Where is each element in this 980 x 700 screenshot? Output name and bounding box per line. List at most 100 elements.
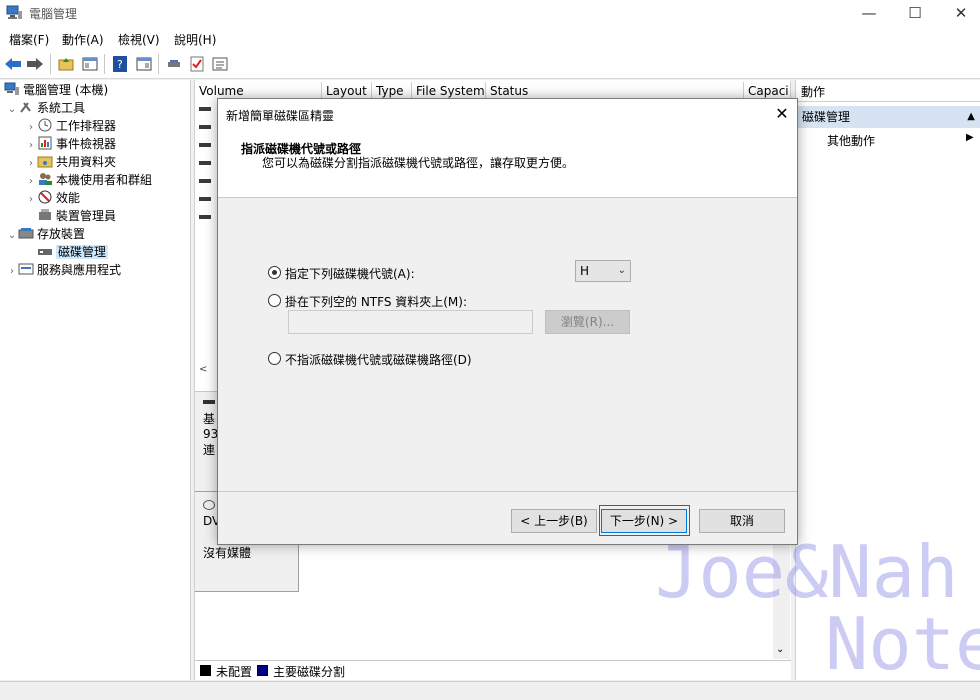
help-icon[interactable]: ? xyxy=(110,54,130,74)
tree-item-device-manager[interactable]: 裝置管理員 xyxy=(37,207,116,225)
menu-view[interactable]: 檢視(V) xyxy=(118,31,160,48)
volume-row-icon[interactable] xyxy=(199,215,211,219)
tree-item-task-scheduler[interactable]: › 工作排程器 xyxy=(25,117,116,135)
menu-action[interactable]: 動作(A) xyxy=(62,31,104,48)
tree-label: 本機使用者和群組 xyxy=(56,173,153,187)
no-media-label: 沒有媒體 xyxy=(203,546,252,560)
footer-divider xyxy=(218,491,797,492)
legend-primary: 主要磁碟分割 xyxy=(273,665,346,679)
expand-arrow-icon[interactable]: › xyxy=(6,263,18,281)
watermark-line-1: Joe&Nah xyxy=(655,530,959,614)
dialog-header: 指派磁碟機代號或路徑 您可以為磁碟分割指派磁碟機代號或路徑，讓存取更方便。 xyxy=(218,130,797,198)
folder-path-input[interactable] xyxy=(288,310,533,334)
tools-icon xyxy=(18,100,34,114)
tree-label: 磁碟管理 xyxy=(56,245,109,259)
maximize-button[interactable]: ☐ xyxy=(892,0,938,27)
clock-icon xyxy=(37,118,53,132)
event-viewer-icon xyxy=(37,136,53,150)
highlight-box xyxy=(599,505,690,536)
section-label: 磁碟管理 xyxy=(802,110,851,124)
collapse-arrow-icon[interactable]: ⌄ xyxy=(6,227,18,245)
toolbar-separator xyxy=(50,54,51,74)
tree-item-storage[interactable]: ⌄ 存放裝置 xyxy=(6,225,85,243)
toolbar-separator xyxy=(158,54,159,74)
tree-label: 工作排程器 xyxy=(56,119,117,133)
actions-section-disk-management[interactable]: 磁碟管理 ▲ xyxy=(796,106,980,128)
radio-assign-drive-letter[interactable] xyxy=(268,266,281,279)
collapse-up-icon[interactable]: ▲ xyxy=(967,106,975,128)
dialog-subtitle: 您可以為磁碟分割指派磁碟機代號或路徑，讓存取更方便。 xyxy=(262,156,575,170)
menu-bar: 檔案(F) 動作(A) 檢視(V) 說明(H) xyxy=(0,27,980,49)
users-icon xyxy=(37,172,53,186)
scroll-down-icon[interactable]: ⌄ xyxy=(776,644,784,655)
storage-icon xyxy=(18,226,34,240)
volume-row-icon[interactable] xyxy=(199,143,211,147)
tree-label: 電腦管理 (本機) xyxy=(23,83,109,97)
forward-arrow-icon[interactable] xyxy=(25,54,45,74)
volume-row-icon[interactable] xyxy=(199,197,211,201)
radio-no-drive-letter[interactable] xyxy=(268,352,281,365)
services-icon xyxy=(18,262,34,276)
tree-label: 事件檢視器 xyxy=(56,137,117,151)
connect-drive-icon[interactable] xyxy=(164,54,184,74)
expand-arrow-icon[interactable]: › xyxy=(25,191,37,209)
show-hide-tree-icon[interactable] xyxy=(80,54,100,74)
disk-icon xyxy=(203,400,215,404)
volume-row-icon[interactable] xyxy=(199,125,211,129)
tree-label: 存放裝置 xyxy=(37,227,86,241)
properties-icon[interactable] xyxy=(210,54,230,74)
up-folder-icon[interactable] xyxy=(56,54,76,74)
scroll-left-icon[interactable]: < xyxy=(199,364,207,375)
performance-icon xyxy=(37,190,53,204)
tree-label: 共用資料夾 xyxy=(56,155,117,169)
radio-mount-ntfs-folder[interactable] xyxy=(268,294,281,307)
back-button[interactable]: < 上一步(B) xyxy=(511,509,597,533)
new-simple-volume-wizard: 新增簡單磁碟區精靈 ✕ 指派磁碟機代號或路徑 您可以為磁碟分割指派磁碟機代號或路… xyxy=(217,98,798,545)
disk-management-icon xyxy=(37,244,53,258)
collapse-arrow-icon[interactable]: ⌄ xyxy=(6,101,18,119)
more-actions-label: 其他動作 xyxy=(827,134,876,148)
tree-item-local-users[interactable]: › 本機使用者和群組 xyxy=(25,171,152,189)
tree-label: 系統工具 xyxy=(37,101,86,115)
minimize-button[interactable]: — xyxy=(846,0,892,27)
checklist-icon[interactable] xyxy=(187,54,207,74)
option-assign-label[interactable]: 指定下列磁碟機代號(A): xyxy=(285,265,415,282)
tree-item-shared-folders[interactable]: › 共用資料夾 xyxy=(25,153,116,171)
back-arrow-icon[interactable] xyxy=(3,54,23,74)
browse-button[interactable]: 瀏覽(R)... xyxy=(545,310,630,334)
cancel-button[interactable]: 取消 xyxy=(699,509,785,533)
computer-management-icon xyxy=(6,5,22,19)
tree-label: 裝置管理員 xyxy=(56,209,117,223)
legend-bar: 未配置 主要磁碟分割 xyxy=(195,660,791,680)
tree-item-system-tools[interactable]: ⌄ 系統工具 xyxy=(6,99,85,117)
option-none-label[interactable]: 不指派磁碟機代號或磁碟機路徑(D) xyxy=(285,351,472,368)
tree-item-computer-management[interactable]: 電腦管理 (本機) xyxy=(4,81,108,99)
legend-swatch-primary xyxy=(257,665,268,676)
dialog-close-button[interactable]: ✕ xyxy=(770,103,794,127)
legend-unallocated: 未配置 xyxy=(216,665,253,679)
option-mount-label[interactable]: 掛在下列空的 NTFS 資料夾上(M): xyxy=(285,293,467,310)
window-titlebar: 電腦管理 — ☐ ✕ xyxy=(0,0,980,27)
volume-row-icon[interactable] xyxy=(199,107,211,111)
close-window-button[interactable]: ✕ xyxy=(938,0,980,27)
actions-more[interactable]: 其他動作 xyxy=(827,132,875,149)
tree-item-services-apps[interactable]: › 服務與應用程式 xyxy=(6,261,121,279)
device-manager-icon xyxy=(37,208,53,222)
navigation-tree: 電腦管理 (本機) ⌄ 系統工具 › 工作排程器 › 事件檢視器 › 共用資料夾 › 本機… xyxy=(0,80,191,680)
shared-folder-icon xyxy=(37,154,53,168)
toolbar: ? xyxy=(0,49,980,79)
volume-row-icon[interactable] xyxy=(199,161,211,165)
tree-label: 效能 xyxy=(56,191,81,205)
tree-item-disk-management[interactable]: 磁碟管理 xyxy=(37,243,109,261)
dialog-titlebar: 新增簡單磁碟區精靈 ✕ xyxy=(218,99,797,130)
tree-label: 服務與應用程式 xyxy=(37,263,122,277)
tree-item-event-viewer[interactable]: › 事件檢視器 xyxy=(25,135,116,153)
submenu-arrow-icon[interactable]: ▶ xyxy=(966,132,974,143)
volume-row-icon[interactable] xyxy=(199,179,211,183)
window-title: 電腦管理 xyxy=(29,7,78,21)
menu-help[interactable]: 說明(H) xyxy=(174,31,216,48)
menu-file[interactable]: 檔案(F) xyxy=(9,31,49,48)
drive-letter-select[interactable]: H ⌄ xyxy=(575,260,631,282)
tree-item-performance[interactable]: › 效能 xyxy=(25,189,80,207)
show-action-pane-icon[interactable] xyxy=(134,54,154,74)
